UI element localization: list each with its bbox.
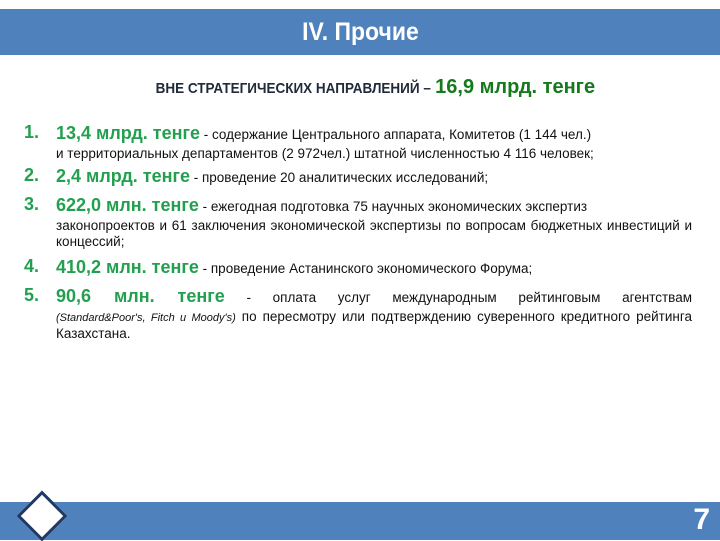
budget-list: 1. 13,4 млрд. тенге - содержание Централ… [24, 122, 692, 346]
list-item: 2. 2,4 млрд. тенге - проведение 20 анали… [24, 165, 692, 189]
subtitle: ВНЕ СТРАТЕГИЧЕСКИХ НАПРАВЛЕНИЙ – 16,9 мл… [0, 76, 720, 99]
item-text: - проведение 20 аналитических исследован… [189, 170, 489, 185]
item-amount: 622,0 млн. тенге [56, 195, 199, 215]
list-item: 4. 410,2 млн. тенге - проведение Астанин… [24, 256, 692, 280]
item-first-line: 410,2 млн. тенге - проведение Астанинско… [56, 256, 692, 280]
item-first-line: 90,6 млн. тенге - оплата услуг междунаро… [56, 285, 692, 309]
item-number: 4. [24, 256, 40, 276]
page-title: IV. Прочие [301, 17, 419, 46]
footer-bar [0, 502, 720, 540]
item-number: 2. [24, 165, 40, 185]
item-continuation: (Standard&Poor's, Fitch и Moody's) по пе… [56, 309, 692, 342]
list-item: 5. 90,6 млн. тенге - оплата услуг междун… [24, 285, 692, 342]
item-number: 5. [24, 285, 40, 305]
list-item: 1. 13,4 млрд. тенге - содержание Централ… [24, 122, 692, 162]
item-text: - оплата услуг международным рейтинговым… [224, 290, 692, 305]
item-text: - проведение Астанинского экономического… [198, 261, 533, 276]
item-text: - содержание Центрального аппарата, Коми… [199, 127, 592, 142]
item-continuation: законопроектов и 61 заключения экономиче… [56, 218, 692, 249]
item-italic-text: (Standard&Poor's, Fitch и Moody's) [56, 312, 236, 324]
header-bar: IV. Прочие [0, 9, 720, 55]
item-text: - ежегодная подготовка 75 научных эконом… [198, 199, 588, 214]
item-amount: 2,4 млрд. тенге [56, 166, 190, 186]
item-first-line: 2,4 млрд. тенге - проведение 20 аналитич… [56, 165, 692, 189]
item-amount: 90,6 млн. тенге [56, 286, 225, 306]
item-first-line: 13,4 млрд. тенге - содержание Центрально… [56, 122, 692, 146]
item-number: 1. [24, 122, 40, 142]
list-item: 3. 622,0 млн. тенге - ежегодная подготов… [24, 194, 692, 250]
item-amount: 13,4 млрд. тенге [56, 123, 200, 143]
subtitle-amount: 16,9 млрд. тенге [435, 76, 596, 98]
item-continuation: и территориальных департаментов (2 972че… [56, 146, 594, 161]
item-first-line: 622,0 млн. тенге - ежегодная подготовка … [56, 194, 692, 218]
item-number: 3. [24, 194, 40, 214]
subtitle-lead: ВНЕ СТРАТЕГИЧЕСКИХ НАПРАВЛЕНИЙ – [155, 80, 431, 97]
item-amount: 410,2 млн. тенге [56, 257, 199, 277]
page-number: 7 [693, 503, 710, 536]
